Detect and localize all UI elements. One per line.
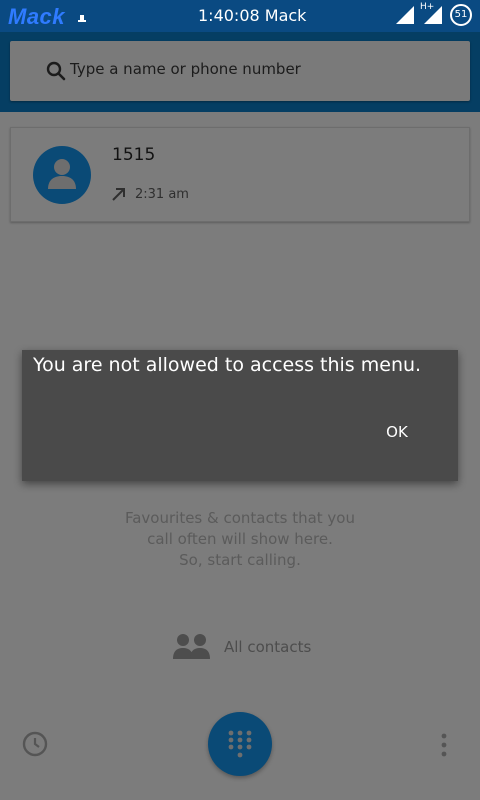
search-placeholder: Type a name or phone number <box>70 60 301 78</box>
signal-icon <box>396 6 414 28</box>
avatar[interactable] <box>33 146 91 204</box>
app-header: Type a name or phone number <box>0 32 480 112</box>
call-time: 2:31 am <box>135 187 189 202</box>
access-denied-dialog: You are not allowed to access this menu.… <box>22 350 458 481</box>
contacts-icon <box>172 632 212 666</box>
history-icon[interactable] <box>21 730 49 762</box>
search-icon <box>46 61 66 85</box>
notification-icon <box>77 9 87 28</box>
battery-icon: 51 <box>450 4 472 26</box>
person-icon <box>48 159 76 189</box>
carrier-name: Mack <box>8 4 66 29</box>
dialpad-button[interactable] <box>208 712 272 776</box>
outgoing-call-icon <box>111 186 127 206</box>
empty-hint-line: call often will show here. <box>147 530 333 548</box>
status-clock: 1:40:08 Mack <box>198 6 307 25</box>
empty-hint-line: So, start calling. <box>179 551 301 569</box>
call-number: 1515 <box>112 145 156 165</box>
favourites-empty-hint: Favourites & contacts that you call ofte… <box>90 508 390 571</box>
status-bar: Mack 1:40:08 Mack H+ 51 <box>0 0 480 32</box>
search-input[interactable]: Type a name or phone number <box>10 41 470 101</box>
all-contacts-label: All contacts <box>224 638 312 656</box>
more-vert-icon[interactable] <box>438 731 450 763</box>
dialog-message: You are not allowed to access this menu. <box>33 354 422 376</box>
signal-icon <box>418 6 442 28</box>
recent-call-card[interactable]: 1515 2:31 am <box>10 127 470 222</box>
ok-button[interactable]: OK <box>372 414 422 450</box>
dialpad-icon <box>228 730 252 758</box>
empty-hint-line: Favourites & contacts that you <box>124 509 355 527</box>
